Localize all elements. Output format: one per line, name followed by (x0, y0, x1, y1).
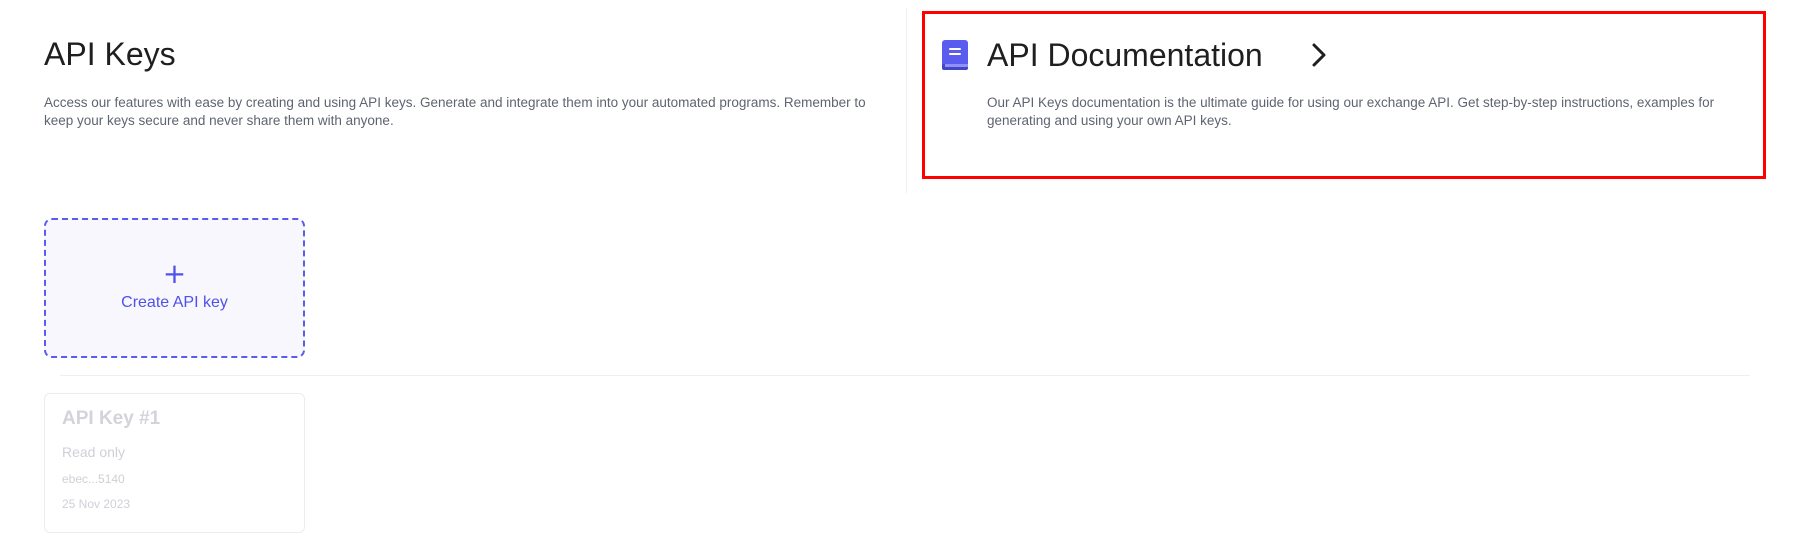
documentation-description: Our API Keys documentation is the ultima… (987, 95, 1715, 128)
api-key-permission: Read only (62, 444, 126, 460)
api-key-card[interactable]: API Key #1 Read only ebec...5140 25 Nov … (44, 393, 305, 533)
page-description: Access our features with ease by creatin… (44, 95, 866, 128)
api-key-id: ebec...5140 (62, 472, 125, 486)
book-icon (942, 40, 968, 70)
section-divider (60, 375, 1750, 376)
plus-icon: + (162, 257, 187, 290)
create-api-key-label: Create API key (121, 294, 228, 311)
vertical-divider (906, 8, 907, 193)
api-key-created-date: 25 Nov 2023 (62, 497, 131, 511)
chevron-right-icon (1309, 42, 1329, 68)
page-header: API Keys Access our features with ease b… (44, 34, 884, 130)
api-documentation-link[interactable]: API Documentation Our API Keys documenta… (922, 11, 1766, 179)
documentation-title: API Documentation (987, 37, 1263, 73)
page-title: API Keys (44, 36, 176, 72)
create-api-key-button[interactable]: + Create API key (44, 218, 305, 358)
api-key-name: API Key #1 (62, 408, 161, 429)
